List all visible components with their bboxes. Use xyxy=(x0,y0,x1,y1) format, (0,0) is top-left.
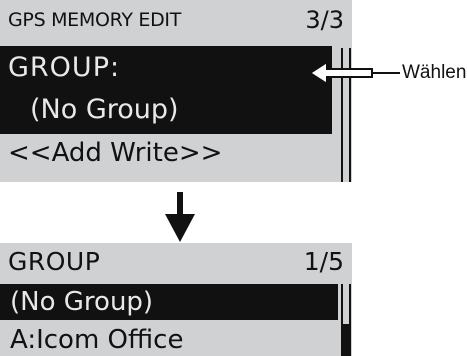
list-item-label: (No Group) xyxy=(10,287,154,317)
page-indicator: 1/5 xyxy=(303,247,344,276)
screen-title: GROUP xyxy=(8,247,101,276)
list-item[interactable]: A:Icom Office xyxy=(10,325,183,355)
group-select-screen: GROUP 1/5 (No Group) A:Icom Office xyxy=(0,243,352,356)
arrow-down-icon xyxy=(165,192,195,242)
screen-title-bar: GROUP 1/5 xyxy=(0,243,352,285)
list-item-selected[interactable]: (No Group) xyxy=(0,284,338,320)
scrollbar-thumb[interactable] xyxy=(343,324,349,356)
scrollbar[interactable] xyxy=(341,284,351,356)
callout-label: Wählen xyxy=(402,62,467,83)
callout-pointer xyxy=(308,60,400,86)
